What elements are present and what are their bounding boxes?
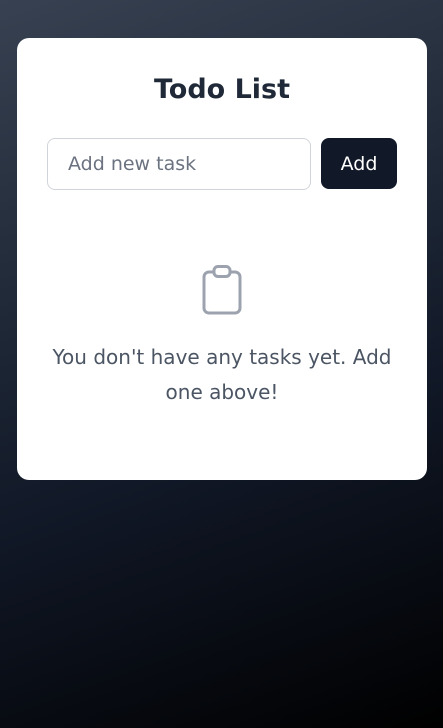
page-title: Todo List (153, 74, 291, 105)
add-task-button[interactable]: Add (321, 138, 397, 189)
empty-state-message: You don't have any tasks yet. Add one ab… (52, 345, 392, 404)
clipboard-icon (202, 265, 242, 315)
todo-card: Todo List Add You don't have any tasks y… (17, 38, 427, 480)
new-task-input[interactable] (47, 138, 311, 190)
